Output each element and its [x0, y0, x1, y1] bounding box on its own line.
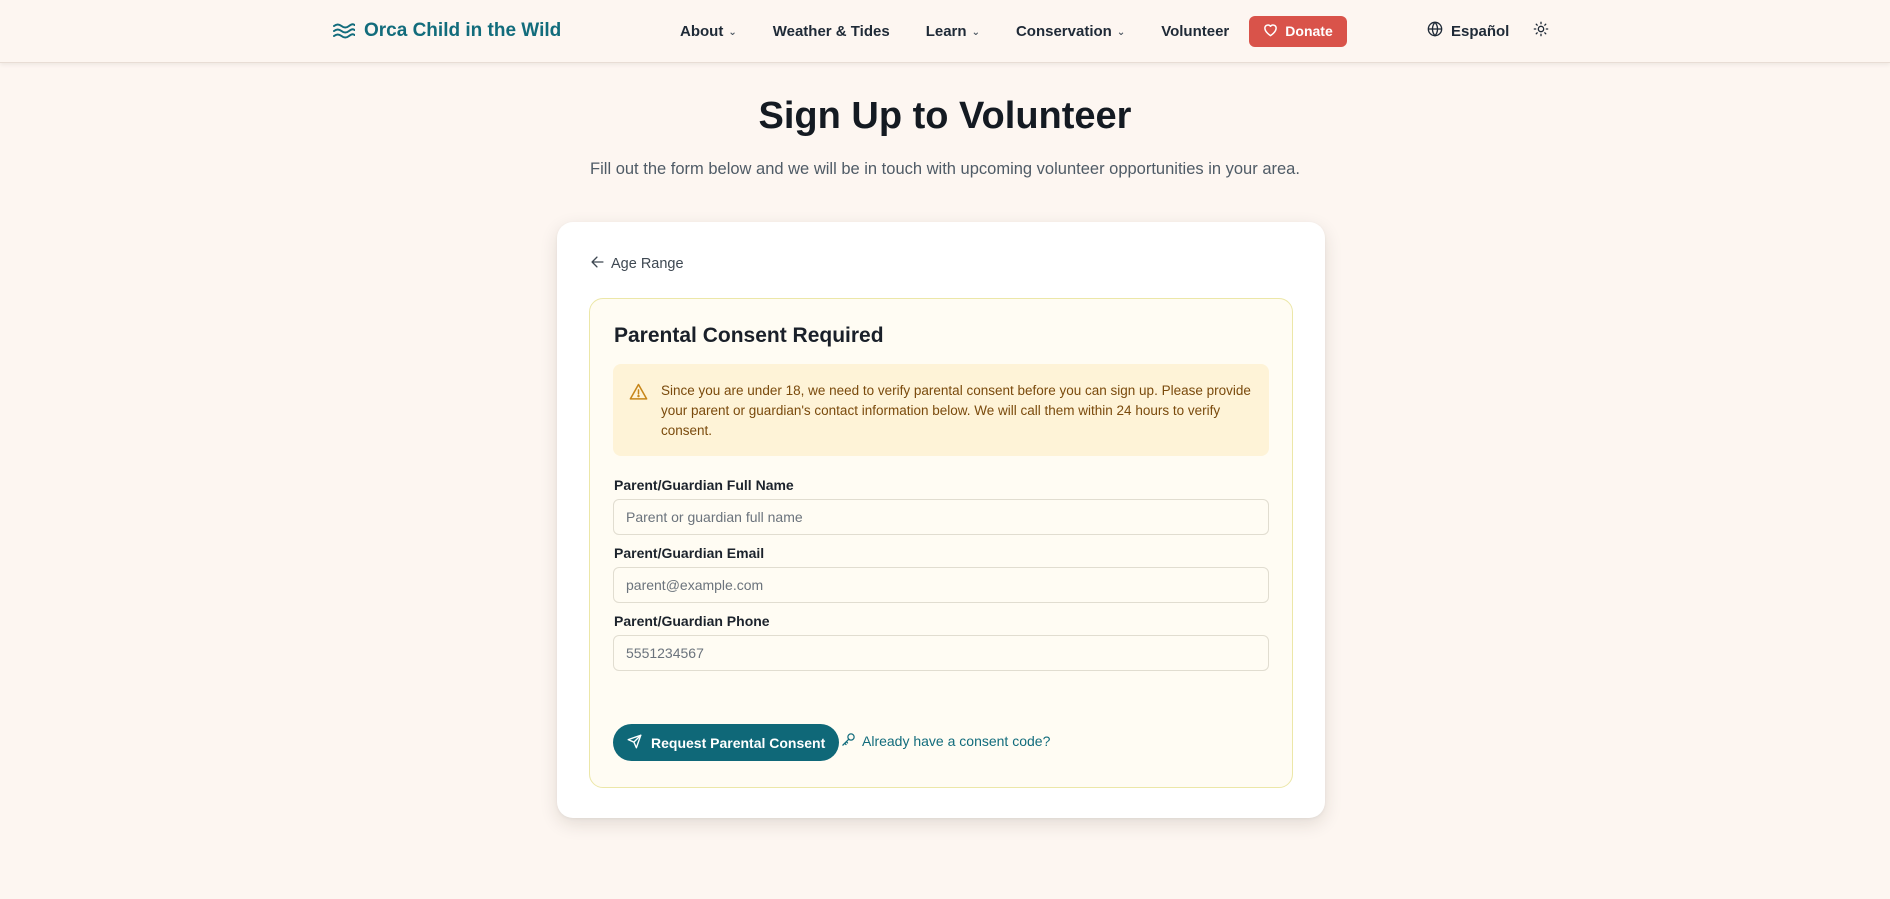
language-switch[interactable]: Español — [1451, 23, 1509, 40]
waves-icon — [333, 22, 355, 40]
request-consent-label: Request Parental Consent — [651, 734, 826, 751]
send-icon — [627, 734, 642, 752]
nav-right: Español — [1427, 19, 1549, 43]
nav-about-label: About — [680, 22, 724, 40]
nav-conservation-label: Conservation — [1015, 22, 1112, 40]
nav-weather-tides[interactable]: Weather & Tides — [773, 23, 890, 40]
sun-icon — [1533, 21, 1549, 41]
nav-volunteer-label: Volunteer — [1161, 22, 1230, 40]
top-navbar: Orca Child in the Wild About ⌄ Weather &… — [0, 0, 1890, 63]
brand-name: Orca Child in the Wild — [364, 20, 562, 41]
nav-weather-label: Weather & Tides — [772, 22, 890, 40]
consent-code-label: Already have a consent code? — [862, 733, 1051, 749]
chevron-down-icon: ⌄ — [971, 26, 980, 38]
brand-logo-link[interactable]: Orca Child in the Wild — [333, 18, 561, 44]
nav-learn[interactable]: Learn ⌄ — [926, 23, 980, 40]
guardian-phone-input[interactable] — [613, 635, 1269, 671]
heart-icon — [1263, 23, 1278, 40]
back-link-label: Age Range — [611, 256, 684, 272]
consent-warning-alert: Since you are under 18, we need to verif… — [613, 364, 1269, 456]
globe-icon — [1427, 21, 1443, 41]
request-consent-button[interactable]: Request Parental Consent — [613, 724, 840, 761]
chevron-down-icon: ⌄ — [728, 26, 737, 38]
consent-title: Parental Consent Required — [614, 324, 884, 347]
guardian-phone-label: Parent/Guardian Phone — [614, 613, 770, 629]
back-link[interactable]: Age Range — [591, 256, 684, 272]
alert-text: Since you are under 18, we need to verif… — [661, 383, 1251, 438]
guardian-email-input[interactable] — [613, 567, 1269, 603]
donate-button[interactable]: Donate — [1249, 15, 1347, 47]
signup-card: Age Range Parental Consent Required Sinc… — [557, 222, 1325, 818]
parental-consent-panel: Parental Consent Required Since you are … — [589, 298, 1293, 788]
nav-learn-label: Learn — [925, 22, 967, 40]
chevron-down-icon: ⌄ — [1116, 26, 1126, 38]
nav-conservation[interactable]: Conservation ⌄ — [1016, 23, 1125, 40]
arrow-left-icon — [591, 256, 604, 272]
theme-toggle-button[interactable] — [1533, 21, 1549, 41]
page-subtitle: Fill out the form below and we will be i… — [590, 160, 1300, 178]
consent-code-link[interactable]: Already have a consent code? — [841, 732, 1050, 750]
guardian-email-label: Parent/Guardian Email — [614, 545, 765, 561]
page-title: Sign Up to Volunteer — [758, 95, 1132, 137]
guardian-name-label: Parent/Guardian Full Name — [614, 477, 794, 493]
nav-volunteer[interactable]: Volunteer — [1161, 23, 1229, 40]
warning-icon — [629, 383, 648, 405]
key-icon — [841, 732, 856, 750]
nav-about[interactable]: About ⌄ — [680, 23, 737, 40]
guardian-name-input[interactable] — [613, 499, 1269, 535]
donate-label: Donate — [1285, 23, 1333, 39]
main-nav: About ⌄ Weather & Tides Learn ⌄ Conserva… — [680, 14, 1347, 48]
